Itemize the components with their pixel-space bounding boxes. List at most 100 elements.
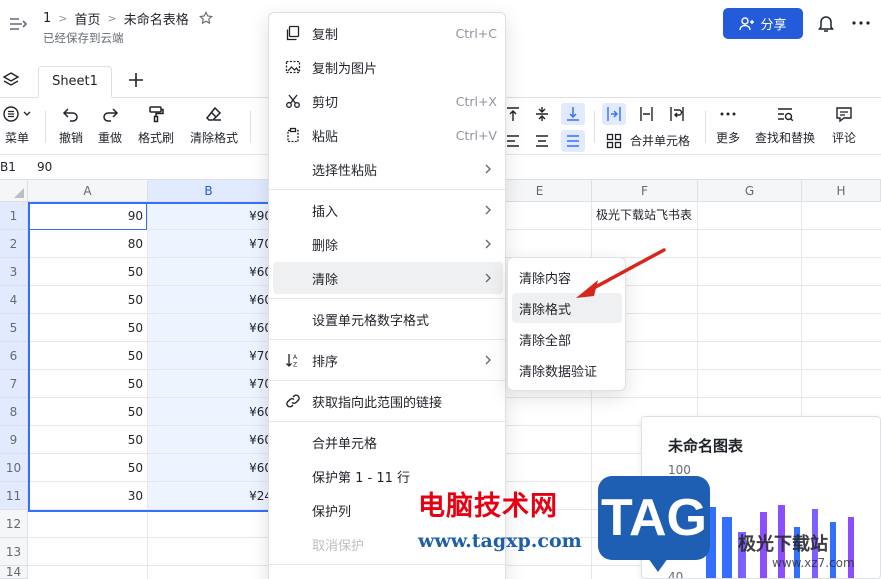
more-icon[interactable] — [851, 14, 871, 32]
formula-input[interactable]: 90 — [37, 160, 52, 174]
align-center-icon[interactable] — [533, 132, 551, 150]
format-painter-label: 格式刷 — [138, 131, 175, 145]
star-icon[interactable] — [198, 11, 213, 25]
submenu-item-clear-validation[interactable]: 清除数据验证 — [512, 355, 622, 385]
select-all-corner[interactable] — [0, 180, 28, 202]
menu-item-label: 插入 — [312, 204, 339, 220]
sidebar-toggle-icon[interactable] — [8, 14, 28, 34]
column-header-h[interactable]: H — [802, 180, 881, 202]
menu-item-clear[interactable]: 清除 — [273, 262, 503, 294]
cell-reference[interactable]: B1 — [0, 160, 16, 174]
align-top-icon[interactable] — [504, 105, 522, 123]
column-header-f[interactable]: F — [592, 180, 698, 202]
selection-border — [28, 202, 270, 512]
document-title[interactable]: 未命名表格 — [124, 9, 189, 28]
chevron-right-icon — [485, 164, 491, 174]
menu-divider — [269, 339, 505, 340]
align-bottom-icon[interactable] — [564, 105, 582, 123]
row-header[interactable]: 4 — [0, 286, 28, 314]
menu-item-label: 清除 — [312, 272, 339, 288]
shortcut-label: Ctrl+V — [455, 127, 497, 143]
menu-item-delete[interactable]: 删除 — [273, 228, 503, 260]
add-user-icon — [739, 16, 755, 30]
text-wrap-icon[interactable] — [668, 105, 686, 123]
menu-item-label: 排序 — [312, 354, 339, 370]
find-replace-icon — [778, 108, 794, 122]
list-menu-icon — [3, 106, 31, 122]
row-header[interactable]: 14 — [0, 565, 28, 579]
scissors-icon — [286, 94, 300, 108]
menu-item-label: 设置单元格数字格式 — [312, 313, 430, 329]
column-header-a[interactable]: A — [28, 180, 148, 202]
column-header-b[interactable]: B — [148, 180, 270, 202]
comment-button[interactable]: 评论 — [832, 105, 856, 146]
menu-item-paste-special[interactable]: 选择性粘贴 — [273, 153, 503, 185]
merge-cells-button[interactable]: 合并单元格 — [606, 132, 690, 149]
menu-item-cut[interactable]: 剪切 Ctrl+X — [273, 85, 503, 117]
redo-icon — [103, 108, 119, 122]
menu-button[interactable]: 菜单 — [2, 105, 32, 146]
row-header[interactable]: 5 — [0, 314, 28, 342]
breadcrumb: 1 > 首页 > 未命名表格 — [43, 8, 213, 28]
clear-format-button[interactable]: 清除格式 — [190, 105, 238, 146]
row-header[interactable]: 13 — [0, 538, 28, 566]
menu-item-copy[interactable]: 复制 Ctrl+C — [273, 17, 503, 49]
chevron-right-icon — [485, 273, 491, 283]
more-label: 更多 — [716, 131, 741, 145]
menu-item-label: 保护第 1 - 11 行 — [312, 470, 411, 486]
comment-icon — [836, 107, 852, 123]
breadcrumb-home[interactable]: 首页 — [75, 9, 101, 28]
row-header[interactable]: 6 — [0, 342, 28, 370]
chevron-right-icon — [485, 205, 491, 215]
align-middle-icon[interactable] — [533, 105, 551, 123]
menu-item-paste[interactable]: 粘贴 Ctrl+V — [273, 119, 503, 151]
find-replace-button[interactable]: 查找和替换 — [755, 105, 815, 146]
menu-divider — [269, 564, 505, 565]
menu-item-label: 取消保护 — [312, 538, 365, 554]
text-overflow-icon[interactable] — [605, 105, 623, 123]
menu-item-label: 剪切 — [312, 95, 339, 111]
chevron-right-icon — [485, 355, 491, 365]
share-button[interactable]: 分享 — [723, 8, 803, 39]
breadcrumb-count[interactable]: 1 — [43, 11, 51, 26]
watermark-url: www.tagxp.com — [418, 530, 582, 552]
format-painter-button[interactable]: 格式刷 — [138, 105, 174, 146]
toolbar-divider — [250, 111, 251, 143]
plus-icon[interactable] — [127, 71, 145, 89]
menu-item-get-link[interactable]: 获取指向此范围的链接 — [273, 385, 503, 417]
menu-item-sort[interactable]: AZ 排序 — [273, 344, 503, 376]
align-justify-icon[interactable] — [564, 132, 582, 150]
more-button[interactable]: 更多 — [716, 105, 740, 146]
menu-item-insert[interactable]: 插入 — [273, 194, 503, 226]
undo-button[interactable]: 撤销 — [59, 105, 83, 146]
row-header[interactable]: 10 — [0, 454, 28, 482]
menu-item-label: 删除 — [312, 238, 339, 254]
row-header[interactable]: 1 — [0, 202, 28, 230]
layers-icon[interactable] — [2, 71, 20, 89]
row-header[interactable]: 2 — [0, 230, 28, 258]
text-clip-icon[interactable] — [638, 105, 656, 123]
row-header[interactable]: 3 — [0, 258, 28, 286]
svg-text:Z: Z — [293, 362, 297, 369]
row-header[interactable]: 8 — [0, 398, 28, 426]
menu-item-label: 复制 — [312, 27, 339, 43]
bell-icon[interactable] — [817, 14, 835, 33]
menu-item-merge-cells[interactable]: 合并单元格 — [273, 426, 503, 458]
row-header[interactable]: 7 — [0, 370, 28, 398]
menu-item-label: 选择性粘贴 — [312, 163, 378, 179]
tab-sheet1[interactable]: Sheet1 — [38, 66, 112, 98]
chevron-right-icon: > — [107, 11, 117, 25]
cell-f1[interactable]: 极光下载站飞书表 — [596, 206, 696, 223]
submenu-item-clear-all[interactable]: 清除全部 — [512, 324, 622, 354]
column-header-g[interactable]: G — [698, 180, 802, 202]
align-left-icon[interactable] — [504, 132, 522, 150]
menu-item-number-format[interactable]: 设置单元格数字格式 — [273, 303, 503, 335]
row-header[interactable]: 12 — [0, 510, 28, 538]
row-header[interactable]: 11 — [0, 482, 28, 510]
save-status: 已经保存到云端 — [43, 31, 124, 45]
sort-icon: AZ — [286, 354, 298, 369]
menu-item-copy-as-image[interactable]: 复制为图片 — [273, 51, 503, 83]
toolbar-divider — [594, 111, 595, 143]
row-header[interactable]: 9 — [0, 426, 28, 454]
redo-button[interactable]: 重做 — [98, 105, 122, 146]
